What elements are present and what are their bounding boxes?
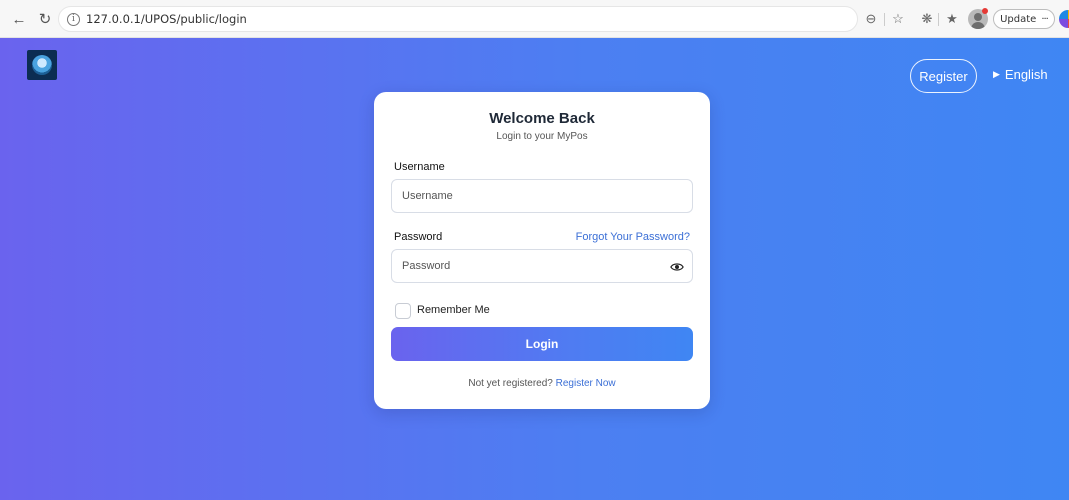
update-label: Update xyxy=(1000,13,1037,25)
remember-me-checkbox[interactable] xyxy=(395,303,411,319)
password-label: Password xyxy=(394,231,443,243)
register-now-link[interactable]: Register Now xyxy=(556,378,616,389)
toolbar-separator xyxy=(884,13,885,26)
username-label: Username xyxy=(394,161,445,173)
eye-icon[interactable] xyxy=(670,260,684,274)
triangle-right-icon: ▶ xyxy=(993,69,1000,79)
forgot-password-link[interactable]: Forgot Your Password? xyxy=(576,231,690,243)
remember-me-label: Remember Me xyxy=(417,304,490,316)
back-arrow-icon[interactable]: ← xyxy=(8,8,30,30)
browser-toolbar: ← ↻ i 127.0.0.1/UPOS/public/login ⊖ ☆ ❋ … xyxy=(0,0,1069,38)
reload-icon[interactable]: ↻ xyxy=(34,8,56,30)
login-card: Welcome Back Login to your MyPos Usernam… xyxy=(374,92,710,409)
login-button[interactable]: Login xyxy=(391,327,693,361)
language-selector[interactable]: ▶ English xyxy=(993,67,1048,82)
username-placeholder: Username xyxy=(402,190,453,202)
extensions-icon[interactable]: ❋ xyxy=(918,10,936,28)
card-subtitle: Login to your MyPos xyxy=(496,131,588,142)
password-placeholder: Password xyxy=(402,260,451,272)
address-bar[interactable]: i 127.0.0.1/UPOS/public/login xyxy=(58,6,858,32)
info-icon[interactable]: i xyxy=(67,12,80,26)
app-logo[interactable] xyxy=(27,50,57,80)
logo-emblem-icon xyxy=(32,55,52,75)
password-input[interactable]: Password xyxy=(391,249,693,283)
more-icon: ··· xyxy=(1041,13,1048,25)
url-text: 127.0.0.1/UPOS/public/login xyxy=(86,12,247,26)
toolbar-separator xyxy=(938,13,939,26)
language-label: English xyxy=(1004,67,1048,82)
favorite-star-icon[interactable]: ☆ xyxy=(889,10,907,28)
login-page: Register ▶ English Welcome Back Login to… xyxy=(0,38,1069,500)
username-input[interactable]: Username xyxy=(391,179,693,213)
copilot-icon[interactable] xyxy=(1059,10,1069,28)
notification-dot xyxy=(982,8,988,14)
register-prompt: Not yet registered? Register Now xyxy=(374,378,710,389)
register-prompt-text: Not yet registered? xyxy=(468,378,553,389)
favorites-icon[interactable]: ★ xyxy=(943,10,961,28)
update-button[interactable]: Update ··· xyxy=(993,9,1055,29)
register-button[interactable]: Register xyxy=(910,59,977,93)
zoom-icon[interactable]: ⊖ xyxy=(862,10,880,28)
card-title: Welcome Back xyxy=(489,110,595,127)
